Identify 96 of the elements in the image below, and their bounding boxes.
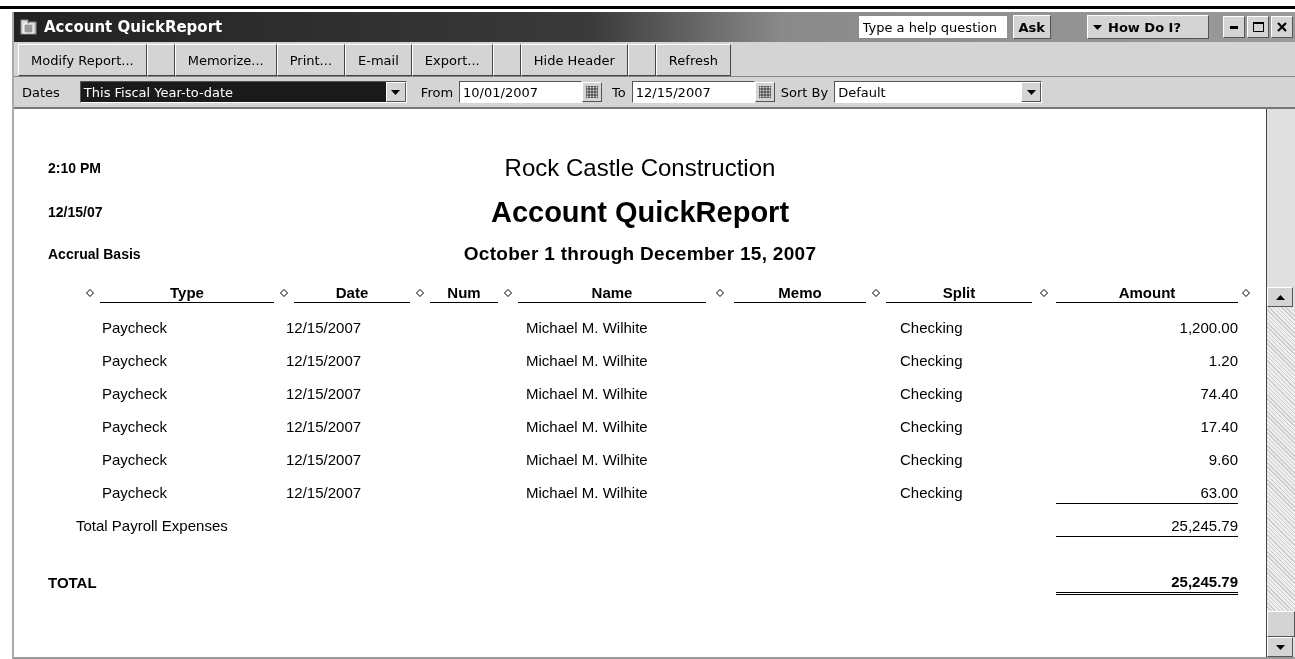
subtotal-label: Total Payroll Expenses — [75, 517, 229, 534]
toolbar-button[interactable]: Refresh — [655, 44, 731, 76]
column-header[interactable]: Num — [430, 283, 498, 303]
column-header[interactable]: Amount — [1056, 283, 1238, 303]
report-time: 2:10 PM — [47, 160, 102, 176]
name-cell-text: Michael M. Wilhite — [525, 451, 649, 468]
split-cell-text: Checking — [899, 352, 964, 369]
toolbar-button[interactable]: E-mail — [345, 44, 412, 76]
type-cell-text: Paycheck — [101, 385, 169, 402]
split-cell-text: Checking — [899, 484, 964, 501]
dropdown-arrow-icon — [391, 89, 401, 95]
name-cell-text: Michael M. Wilhite — [525, 418, 649, 435]
how-do-i-button[interactable]: How Do I? — [1087, 15, 1209, 39]
date-cell-text: 12/15/2007 — [286, 418, 363, 435]
ask-button[interactable]: Ask — [1012, 15, 1051, 39]
dates-dropdown[interactable]: This Fiscal Year-to-date — [79, 81, 407, 103]
amount-cell-text: 74.40 — [1199, 384, 1238, 404]
toolbar-button[interactable]: Modify Report... — [18, 44, 147, 76]
column-resize-handle[interactable] — [416, 289, 424, 297]
split-cell-text: Checking — [899, 418, 964, 435]
amount-cell: 63.00 — [1056, 481, 1238, 504]
caret-icon — [1093, 24, 1102, 30]
column-header[interactable]: Memo — [734, 283, 866, 303]
report-basis: Accrual Basis — [47, 246, 142, 262]
up-arrow-icon — [1275, 294, 1285, 300]
column-header[interactable]: Type — [100, 283, 274, 303]
column-header[interactable]: Date — [294, 283, 410, 303]
toolbar-button[interactable]: Print... — [276, 44, 346, 76]
column-resize-handle[interactable] — [1242, 289, 1250, 297]
date-cell-text: 12/15/2007 — [286, 451, 363, 468]
calendar-button[interactable] — [582, 82, 603, 102]
dates-label: Dates — [22, 84, 60, 100]
date-cell-text: 12/15/2007 — [286, 319, 363, 336]
amount-cell-text: 9.60 — [1207, 450, 1238, 470]
maximize-button[interactable] — [1247, 16, 1269, 38]
type-cell-text: Paycheck — [101, 484, 169, 501]
column-resize-handle[interactable] — [504, 289, 512, 297]
toolbar-button[interactable]: Memorize... — [174, 44, 277, 76]
total-label: TOTAL — [47, 574, 98, 591]
type-cell-text: Paycheck — [101, 418, 169, 435]
dropdown-arrow-icon — [1026, 89, 1036, 95]
close-icon — [1277, 22, 1287, 32]
type-cell-text: Paycheck — [101, 352, 169, 369]
to-date-field[interactable]: 12/15/2007 — [631, 81, 755, 103]
split-cell-text: Checking — [899, 385, 964, 402]
name-cell-text: Michael M. Wilhite — [525, 385, 649, 402]
report-date: 12/15/07 — [47, 204, 104, 220]
total-amount: 25,245.79 — [1056, 570, 1238, 595]
column-resize-handle[interactable] — [86, 289, 94, 297]
help-question-field[interactable]: Type a help question — [858, 16, 1007, 38]
column-header[interactable]: Name — [518, 283, 706, 303]
window-title: Account QuickReport — [44, 18, 224, 36]
name-cell-text: Michael M. Wilhite — [525, 319, 649, 336]
minimize-icon — [1230, 25, 1238, 29]
maximize-icon — [1252, 22, 1264, 32]
name-cell-text: Michael M. Wilhite — [525, 352, 649, 369]
calculator-icon — [758, 86, 771, 98]
toolbar-button[interactable]: Hide Header — [520, 44, 628, 76]
column-resize-handle[interactable] — [872, 289, 880, 297]
report-title: Account QuickReport — [489, 195, 791, 229]
toolbar-separator — [627, 44, 656, 76]
date-cell-text: 12/15/2007 — [286, 385, 363, 402]
subtotal-amount: 25,245.79 — [1056, 514, 1238, 537]
amount-cell-text: 1.20 — [1207, 351, 1238, 371]
from-label: From — [420, 84, 454, 100]
split-cell-text: Checking — [899, 451, 964, 468]
to-label: To — [612, 84, 626, 100]
date-cell-text: 12/15/2007 — [286, 352, 363, 369]
type-cell-text: Paycheck — [101, 319, 169, 336]
calendar-button[interactable] — [754, 82, 775, 102]
toolbar-separator — [146, 44, 175, 76]
column-resize-handle[interactable] — [716, 289, 724, 297]
down-arrow-icon — [1275, 644, 1285, 650]
scrollbar-thumb[interactable] — [1267, 611, 1295, 637]
column-header[interactable]: Split — [886, 283, 1032, 303]
company-name: Rock Castle Construction — [503, 154, 777, 182]
from-date-field[interactable]: 10/01/2007 — [459, 81, 583, 103]
split-cell-text: Checking — [899, 319, 964, 336]
sort-by-label: Sort By — [780, 84, 829, 100]
column-resize-handle[interactable] — [1040, 289, 1048, 297]
minimize-button[interactable] — [1223, 16, 1245, 38]
scroll-up-button[interactable] — [1267, 287, 1293, 307]
scroll-down-button[interactable] — [1267, 637, 1293, 657]
report-period: October 1 through December 15, 2007 — [462, 243, 818, 265]
name-cell-text: Michael M. Wilhite — [525, 484, 649, 501]
amount-cell-text: 1,200.00 — [1178, 318, 1238, 338]
toolbar-separator — [492, 44, 521, 76]
report-window-icon — [20, 19, 38, 35]
type-cell-text: Paycheck — [101, 451, 169, 468]
close-button[interactable] — [1271, 16, 1293, 38]
date-cell-text: 12/15/2007 — [286, 484, 363, 501]
column-resize-handle[interactable] — [280, 289, 288, 297]
calculator-icon — [586, 86, 599, 98]
sort-by-dropdown[interactable]: Default — [834, 81, 1043, 103]
toolbar-button[interactable]: Export... — [411, 44, 493, 76]
amount-cell-text: 17.40 — [1199, 417, 1238, 437]
